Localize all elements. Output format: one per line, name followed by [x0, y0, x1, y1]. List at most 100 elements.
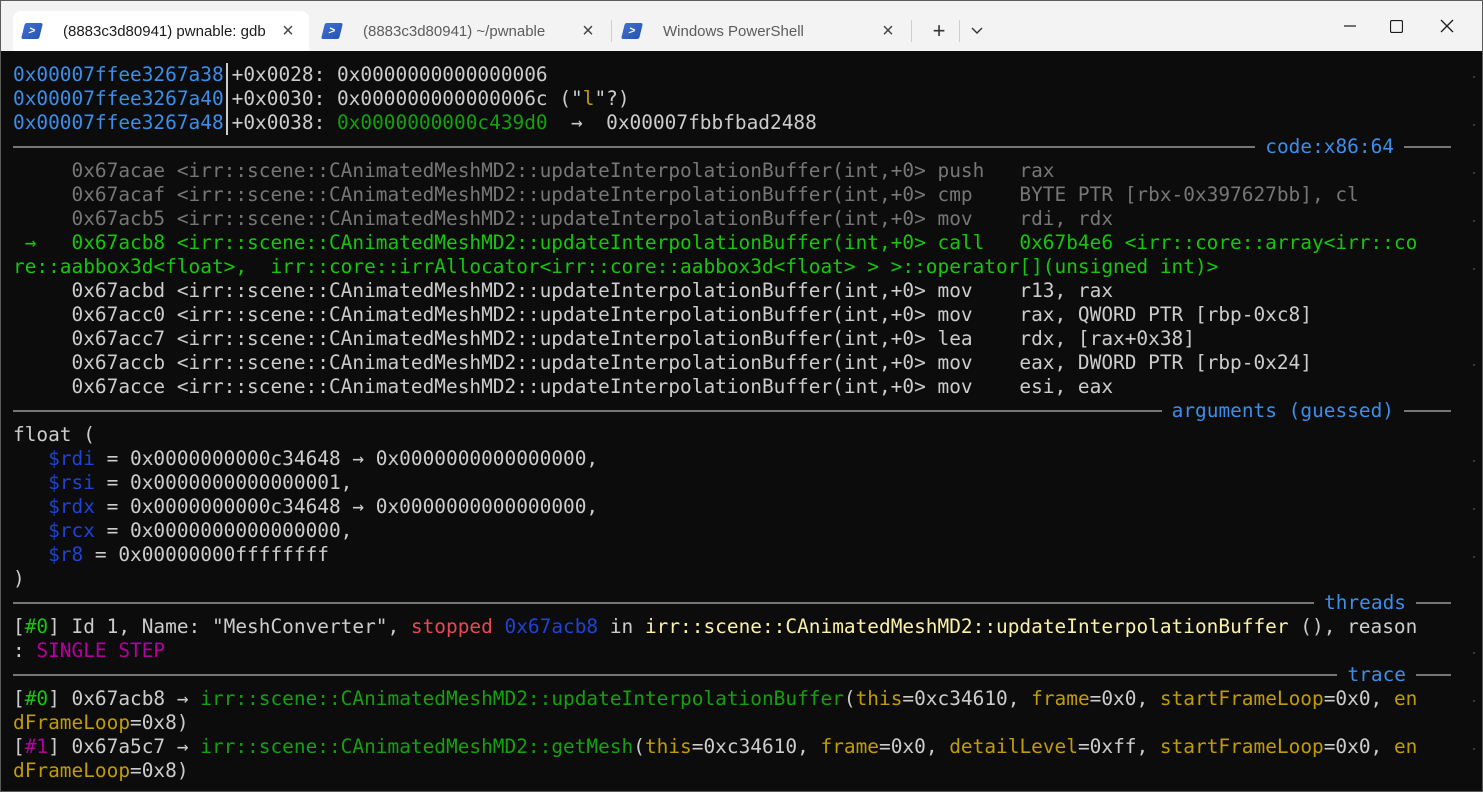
disasm-line: 0x67acae <irr::scene::CAnimatedMeshMD2::…: [13, 159, 1055, 182]
tab-dropdown-button[interactable]: [959, 13, 995, 49]
stack-divider: [225, 87, 228, 111]
tab-close-icon[interactable]: ×: [279, 21, 297, 41]
trace-row-cont: dFrameLoop=0x8): [13, 711, 189, 735]
scroll-mark: [1473, 268, 1475, 270]
title-bar: > (8883c3d80941) pwnable: gdb × > (8883c…: [1, 1, 1482, 51]
close-button[interactable]: [1424, 1, 1470, 51]
trace-arg-value: =0x0,: [1323, 735, 1394, 758]
stack-offset: +0x0028:: [231, 63, 337, 86]
stack-address: 0x00007ffee3267a38: [13, 63, 224, 86]
register-name: $rdi: [48, 447, 95, 470]
stack-row: 0x00007ffee3267a48 +0x0038: 0x0000000000c…: [13, 111, 817, 135]
scroll-mark: [1473, 220, 1475, 222]
trace-arg-value: =0xff,: [1077, 735, 1160, 758]
tab-gdb[interactable]: > (8883c3d80941) pwnable: gdb ×: [13, 11, 309, 51]
tab-powershell[interactable]: > Windows PowerShell ×: [613, 11, 909, 51]
trace-arg-name: this: [855, 687, 903, 710]
stack-value: 0x0000000000c439d0: [336, 111, 548, 134]
trace-arg-name: en: [1393, 687, 1418, 710]
disasm-line: 0x67acce <irr::scene::CAnimatedMeshMD2::…: [13, 375, 1114, 398]
register-value: = 0x0000000000000000,: [94, 519, 353, 542]
thread-address: 0x67acb8: [492, 615, 599, 638]
trace-function: irr::scene::CAnimatedMeshMD2::getMesh: [200, 735, 634, 758]
section-title-trace: trace: [1337, 663, 1416, 687]
disasm-line: 0x67accb <irr::scene::CAnimatedMeshMD2::…: [13, 351, 1312, 374]
scroll-mark: [1473, 460, 1475, 462]
disasm-current-line-cont: re::aabbox3d<float>, irr::core::irrAlloc…: [13, 255, 1219, 278]
argument-row: $rdx = 0x0000000000c34648 → 0x0000000000…: [13, 495, 598, 519]
tab-close-icon[interactable]: ×: [579, 21, 597, 41]
register-value: = 0x0000000000c34648 → 0x000000000000000…: [94, 447, 599, 470]
stack-value: 0x0000000000000006: [336, 63, 548, 86]
argument-row: $rcx = 0x0000000000000000,: [13, 519, 352, 543]
disasm-line: 0x67acc0 <irr::scene::CAnimatedMeshMD2::…: [13, 303, 1312, 326]
scroll-mark: [1473, 508, 1475, 510]
trace-arg-value: =0xc34610,: [691, 735, 821, 758]
trace-arg-value: =0x8): [130, 759, 189, 782]
argument-row: $rsi = 0x0000000000000001,: [13, 471, 352, 495]
reason-prefix: :: [13, 639, 37, 662]
disasm-line: 0x67acaf <irr::scene::CAnimatedMeshMD2::…: [13, 183, 1359, 206]
register-name: $rsi: [48, 471, 95, 494]
register-name: $rdx: [48, 495, 95, 518]
register-value: = 0x00000000ffffffff: [83, 543, 329, 566]
tab-separator: [911, 20, 912, 42]
trace-arg-name: frame: [820, 735, 880, 758]
thread-row: [#0] Id 1, Name: "MeshConverter", stoppe…: [13, 615, 1417, 639]
register-name: $rcx: [48, 519, 95, 542]
scroll-mark: [1473, 748, 1475, 750]
maximize-button[interactable]: [1373, 1, 1419, 51]
trace-arg-name: dFrameLoop: [13, 711, 131, 734]
register-value: = 0x0000000000000001,: [94, 471, 353, 494]
trace-address: ] 0x67acb8 →: [48, 687, 201, 710]
trace-arg-value: =0x0,: [879, 735, 950, 758]
stack-offset: +0x0038:: [231, 111, 337, 134]
section-title-arguments: arguments (guessed): [1161, 399, 1404, 423]
section-divider-arguments: arguments (guessed): [13, 399, 1451, 423]
thread-function: irr::scene::CAnimatedMeshMD2::updateInte…: [644, 615, 1289, 638]
argument-row: $rdi = 0x0000000000c34648 → 0x0000000000…: [13, 447, 598, 471]
thread-reason-row: : SINGLE STEP: [13, 639, 165, 663]
scroll-mark: [1473, 172, 1475, 174]
trace-arg-name: startFrameLoop: [1159, 687, 1324, 710]
powershell-icon: >: [21, 23, 43, 39]
stack-ascii-char: l: [582, 87, 595, 110]
minimize-button[interactable]: [1327, 1, 1373, 51]
section-title-threads: threads: [1314, 591, 1416, 615]
stack-address: 0x00007ffee3267a48: [13, 111, 224, 134]
section-title-code: code:x86:64: [1255, 135, 1404, 159]
section-divider-trace: trace: [13, 663, 1451, 687]
stack-offset: +0x0030:: [231, 87, 337, 110]
new-tab-button[interactable]: +: [921, 13, 957, 49]
stack-value: 0x000000000000006c: [336, 87, 548, 110]
deref-arrow: →: [547, 111, 607, 134]
argument-row: $r8 = 0x00000000ffffffff: [13, 543, 329, 567]
stack-divider: [225, 63, 228, 87]
terminal-output[interactable]: 0x00007ffee3267a38 +0x0028: 0x00000000000…: [13, 63, 1451, 787]
thread-reason: SINGLE STEP: [36, 639, 166, 662]
bracket: [: [13, 615, 25, 638]
tab-close-icon[interactable]: ×: [879, 21, 897, 41]
tab-pwnable[interactable]: > (8883c3d80941) ~/pwnable ×: [313, 11, 609, 51]
tab-separator: [611, 20, 612, 42]
trace-index: #0: [24, 687, 49, 710]
maximize-icon: [1389, 19, 1403, 33]
register-name: $r8: [48, 543, 84, 566]
stack-ascii: (": [547, 87, 583, 110]
scroll-mark: [1473, 556, 1475, 558]
tab-title: Windows PowerShell: [663, 22, 804, 40]
trace-arg-value: =0xc34610,: [902, 687, 1032, 710]
arguments-close: ): [13, 567, 25, 590]
trace-arg-name: detailLevel: [949, 735, 1078, 758]
scrollbar[interactable]: [1452, 51, 1482, 791]
tab-title: (8883c3d80941) ~/pwnable: [363, 22, 546, 40]
stack-row: 0x00007ffee3267a38 +0x0028: 0x00000000000…: [13, 63, 548, 87]
scroll-mark: [1473, 76, 1475, 78]
disasm-line: 0x67acc7 <irr::scene::CAnimatedMeshMD2::…: [13, 327, 1195, 350]
thread-tail: (), reason: [1288, 615, 1418, 638]
trace-arg-name: frame: [1031, 687, 1090, 710]
powershell-icon: >: [621, 23, 643, 39]
disasm-line: 0x67acbd <irr::scene::CAnimatedMeshMD2::…: [13, 279, 1114, 302]
trace-arg-value: =0x0,: [1089, 687, 1160, 710]
thread-in: in: [598, 615, 645, 638]
